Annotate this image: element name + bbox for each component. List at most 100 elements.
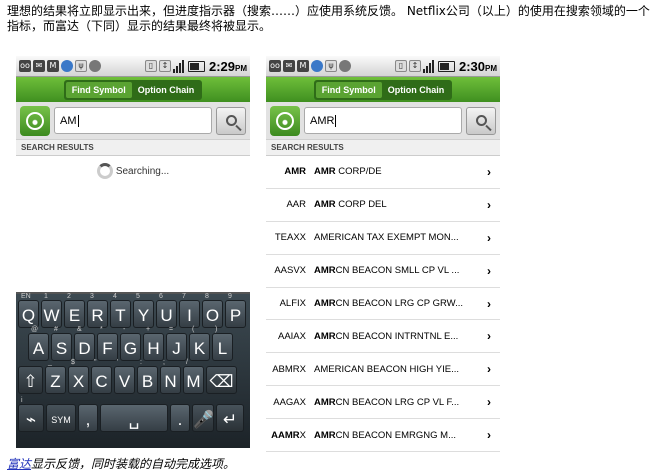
search-row: AMR	[266, 102, 500, 140]
result-name: AMRCN BEACON INTRNTNL E...	[314, 330, 459, 342]
vibrate-icon: ▯	[394, 60, 407, 72]
key-o[interactable]: 8O	[202, 293, 223, 328]
key-i[interactable]: 7I	[179, 293, 200, 328]
comma-key[interactable]: ,	[78, 404, 98, 432]
search-button[interactable]	[466, 106, 496, 135]
result-name: AMRCN BEACON LRG CP GRW...	[314, 298, 464, 309]
key-f[interactable]: * F	[97, 326, 118, 361]
sync-icon	[61, 60, 73, 72]
results-list: AMR AMR CORP/DE › AAR AMR CORP DEL › TEAXX AMER…	[266, 156, 500, 453]
message-icon: ✉	[283, 60, 295, 72]
chevron-right-icon: ›	[487, 395, 491, 410]
chevron-right-icon: ›	[487, 428, 491, 443]
result-name: AMERICAN BEACON HIGH YIE...	[314, 363, 459, 375]
signal-strength-icon: ↕	[408, 60, 421, 72]
app-header: Find Symbol Option Chain	[266, 77, 500, 102]
search-input[interactable]: AMR	[304, 107, 462, 134]
key-u[interactable]: 6U	[156, 293, 177, 328]
key-l[interactable]: ) L	[212, 326, 233, 361]
spinner-icon	[96, 163, 113, 179]
result-name: AMERICAN TAX EXEMPT MON...	[314, 232, 459, 244]
key-e[interactable]: 2E	[64, 293, 85, 328]
result-row[interactable]: AASVX AMRCN BEACON SMLL CP VL ... ›	[266, 255, 500, 288]
voicemail-icon: oo	[19, 60, 31, 72]
key-t[interactable]: 4T	[110, 293, 131, 328]
input-method-key[interactable]: i ⌁	[18, 397, 44, 432]
tab-find-symbol[interactable]: Find Symbol	[65, 81, 132, 98]
key-y[interactable]: 5Y	[133, 293, 154, 328]
result-row[interactable]: ABMRX AMERICAN BEACON HIGH YIE... ›	[266, 353, 500, 387]
period-key[interactable]: .	[170, 404, 190, 432]
chevron-right-icon: ›	[487, 197, 491, 212]
search-button[interactable]	[216, 106, 246, 135]
key-v[interactable]: ' V	[114, 359, 135, 394]
key-z[interactable]: _ Z	[45, 359, 66, 394]
app-header: Find Symbol Option Chain	[16, 77, 250, 102]
result-row[interactable]: AAMRX AMRCN BEACON EMRGNG M... ›	[266, 419, 500, 453]
gmail-icon: M	[47, 60, 59, 72]
result-symbol: AAR	[286, 199, 306, 211]
notification-icon	[89, 60, 101, 72]
voicemail-icon: oo	[269, 60, 281, 72]
caption-link[interactable]: 富达	[7, 457, 31, 471]
enter-key[interactable]: ↵	[216, 404, 244, 432]
key-r[interactable]: 3R	[87, 293, 108, 328]
key-b[interactable]: :B	[137, 359, 158, 394]
result-symbol: ALFIX	[279, 298, 306, 309]
tab-option-chain[interactable]: Option Chain	[382, 82, 451, 98]
result-row[interactable]: AAR AMR CORP DEL ›	[266, 189, 500, 222]
key-w[interactable]: 1W	[41, 293, 62, 328]
key-c[interactable]: " C	[91, 359, 112, 394]
key-h[interactable]: + H	[143, 326, 164, 361]
result-symbol: AAGAX	[273, 396, 306, 408]
result-row[interactable]: AMR AMR CORP/DE ›	[266, 156, 500, 189]
result-row[interactable]: TEAXX AMERICAN TAX EXEMPT MON... ›	[266, 222, 500, 255]
right-phone-screenshot: oo ✉ M ψ ▯ ↕ 2:30PM Find Symbol Option C…	[266, 56, 500, 453]
signal-strength-icon: ↕	[158, 60, 171, 72]
search-icon	[475, 115, 487, 126]
status-bar: oo ✉ M ψ ▯ ↕ 2:30PM	[266, 56, 500, 77]
sym-key[interactable]: SYM	[46, 404, 76, 432]
shift-key[interactable]: ⇧	[18, 366, 43, 394]
result-symbol: TEAXX	[274, 232, 306, 244]
result-row[interactable]: AAGAX AMRCN BEACON LRG CP VL F... ›	[266, 386, 500, 420]
result-row[interactable]: ALFIX AMRCN BEACON LRG CP GRW... ›	[266, 288, 500, 321]
search-row: AM	[16, 102, 250, 140]
tab-option-chain[interactable]: Option Chain	[132, 82, 201, 98]
microphone-icon[interactable]: 🎤	[192, 404, 214, 432]
usb-icon: ψ	[325, 60, 337, 72]
fidelity-logo-icon	[270, 105, 300, 136]
key-p[interactable]: 9P	[225, 293, 246, 328]
signal-bars-icon	[172, 59, 185, 73]
result-name: AMR CORP/DE	[314, 166, 382, 178]
key-d[interactable]: & D	[74, 326, 95, 361]
intro-paragraph: 理想的结果将立即显示出来，但进度指示器（搜索……）应使用系统反馈。 Netfli…	[7, 4, 650, 33]
key-m[interactable]: / M	[183, 359, 204, 394]
key-q[interactable]: EN Q	[18, 293, 39, 328]
space-key[interactable]: ␣	[100, 404, 168, 432]
key-a[interactable]: @ A	[28, 326, 49, 361]
key-g[interactable]: -G	[120, 326, 141, 361]
fidelity-logo-icon	[20, 105, 50, 136]
tab-find-symbol[interactable]: Find Symbol	[315, 81, 382, 98]
key-k[interactable]: (K	[189, 326, 210, 361]
key-x[interactable]: $ X	[68, 359, 89, 394]
result-row[interactable]: AAIAX AMRCN BEACON INTRNTNL E... ›	[266, 320, 500, 354]
caption-text: 显示反馈，同时装载的自动完成选项。	[31, 457, 236, 471]
results-header: SEARCH RESULTS	[266, 140, 500, 156]
searching-indicator: Searching...	[16, 156, 250, 186]
key-s[interactable]: # S	[51, 326, 72, 361]
results-header: SEARCH RESULTS	[16, 140, 250, 156]
battery-icon	[437, 60, 455, 72]
tab-switcher: Find Symbol Option Chain	[63, 79, 203, 100]
result-name: AMRCN BEACON EMRGNG M...	[314, 429, 456, 441]
chevron-right-icon: ›	[487, 263, 491, 278]
chevron-right-icon: ›	[487, 164, 491, 179]
search-input[interactable]: AM	[54, 107, 212, 134]
backspace-key[interactable]: ⌫	[206, 366, 237, 394]
chevron-right-icon: ›	[487, 230, 491, 245]
key-j[interactable]: = J	[166, 326, 187, 361]
figure-caption: 富达显示反馈，同时装载的自动完成选项。	[7, 457, 235, 471]
key-n[interactable]: ; N	[160, 359, 181, 394]
notification-icon	[339, 60, 351, 72]
